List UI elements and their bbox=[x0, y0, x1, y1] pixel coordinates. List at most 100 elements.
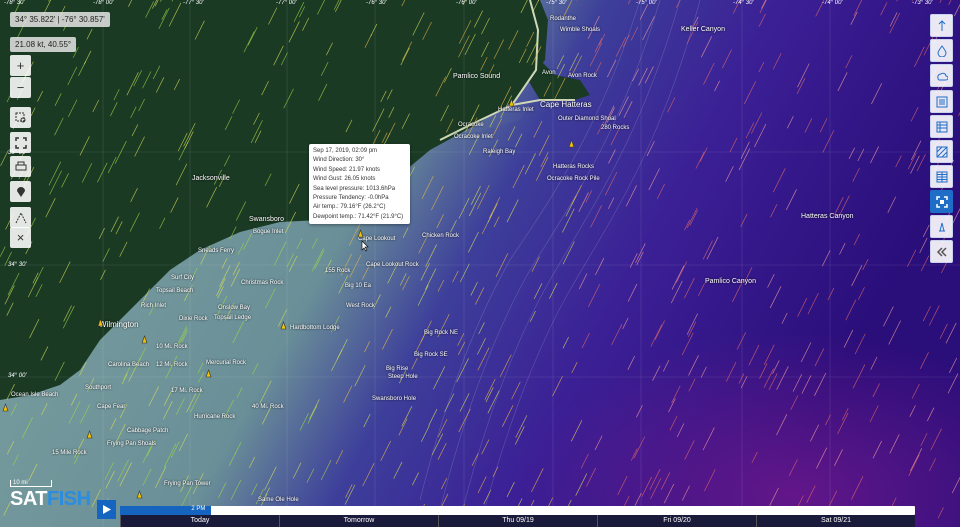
label-ocracoke-rock-pile[interactable]: Ocracoke Rock Pile bbox=[547, 176, 600, 182]
label-cape-hatteras[interactable]: Cape Hatteras bbox=[540, 100, 592, 109]
marker-button[interactable] bbox=[10, 181, 31, 202]
zoom-out-button[interactable]: − bbox=[10, 77, 31, 98]
label-avon[interactable]: Avon bbox=[542, 70, 556, 76]
print-button[interactable] bbox=[10, 156, 31, 177]
scale-bar: 10 mi bbox=[10, 480, 52, 487]
buoy-icon[interactable] bbox=[97, 318, 104, 327]
label-steep-hole[interactable]: Steep Hole bbox=[388, 374, 418, 380]
label-jacksonville[interactable]: Jacksonville bbox=[192, 175, 230, 182]
label-big-rock-ne[interactable]: Big Rock NE bbox=[424, 330, 458, 336]
water-layer-button[interactable] bbox=[930, 39, 953, 62]
zoom-box-button[interactable] bbox=[10, 107, 31, 128]
buoy-icon[interactable] bbox=[205, 369, 212, 378]
axis-tick: -75° 30' bbox=[546, 0, 567, 6]
buoy-icon[interactable] bbox=[136, 490, 143, 499]
buoy-icon[interactable] bbox=[86, 430, 93, 439]
label-wimble-shoals[interactable]: Wimble Shoals bbox=[560, 27, 600, 33]
label-southport[interactable]: Southport bbox=[85, 385, 111, 391]
timeline-day[interactable]: Tomorrow bbox=[279, 515, 438, 527]
clear-button[interactable]: × bbox=[10, 227, 31, 248]
label-big-rise[interactable]: Big Rise bbox=[386, 366, 408, 372]
label-ocean-isle[interactable]: Ocean Isle Beach bbox=[11, 392, 58, 398]
label-10-mi-rock[interactable]: 10 Mi. Rock bbox=[156, 344, 188, 350]
wind-layer-button[interactable] bbox=[930, 14, 953, 37]
timeline-day[interactable]: Thu 09/19 bbox=[438, 515, 597, 527]
label-sneads-ferry[interactable]: Sneads Ferry bbox=[198, 248, 234, 254]
fullscreen-button[interactable] bbox=[10, 132, 31, 153]
buoy-icon[interactable] bbox=[141, 335, 148, 344]
axis-tick: -77° 30' bbox=[183, 0, 204, 6]
label-40-mi-rock[interactable]: 40 Mi. Rock bbox=[252, 404, 284, 410]
timeline-day[interactable]: Sat 09/21 bbox=[756, 515, 915, 527]
axis-tick: -78° 30' bbox=[4, 0, 25, 6]
label-bogue-inlet[interactable]: Bogue Inlet bbox=[253, 229, 283, 235]
zoom-in-label: + bbox=[16, 58, 25, 73]
label-rodanthe[interactable]: Rodanthe bbox=[550, 16, 576, 22]
label-keller-canyon[interactable]: Keller Canyon bbox=[681, 26, 725, 33]
label-15-mile-rock[interactable]: 15 Mile Rock bbox=[52, 450, 87, 456]
buoy-icon[interactable] bbox=[508, 98, 515, 107]
label-chicken-rock[interactable]: Chicken Rock bbox=[422, 233, 459, 239]
forecast-timeline[interactable]: 2 PM Today Tomorrow Thu 09/19 Fri 09/20 … bbox=[120, 504, 915, 527]
label-wilmington[interactable]: Wilmington bbox=[99, 320, 139, 329]
axis-tick: -73° 30' bbox=[912, 0, 933, 6]
label-hardbottom-lodge[interactable]: Hardbottom Lodge bbox=[290, 325, 340, 331]
popup-dewpoint: Dewpoint temp.: 71.42°F (21.9°C) bbox=[313, 213, 404, 220]
timeline-day[interactable]: Fri 09/20 bbox=[597, 515, 756, 527]
label-hatteras-canyon[interactable]: Hatteras Canyon bbox=[801, 213, 854, 220]
label-christmas-rock[interactable]: Christmas Rock bbox=[241, 280, 283, 286]
label-cape-fear[interactable]: Cape Fear bbox=[97, 404, 125, 410]
label-big-10-ea[interactable]: Big 10 Ea bbox=[345, 283, 371, 289]
label-hatteras-rocks[interactable]: Hatteras Rocks bbox=[553, 164, 594, 170]
label-cabbage-patch[interactable]: Cabbage Patch bbox=[127, 428, 168, 434]
grid-layer-button[interactable] bbox=[930, 165, 953, 188]
label-onslow-bay[interactable]: Onslow Bay bbox=[218, 305, 250, 311]
label-ocracoke-inlet[interactable]: Ocracoke Inlet bbox=[454, 134, 493, 140]
label-280-rocks[interactable]: 280 Rocks bbox=[601, 125, 629, 131]
label-hatteras-inlet[interactable]: Hatteras Inlet bbox=[498, 107, 534, 113]
label-swansboro[interactable]: Swansboro bbox=[249, 216, 284, 223]
label-carolina-beach[interactable]: Carolina Beach bbox=[108, 362, 149, 368]
label-dixie-rock[interactable]: Dixie Rock bbox=[179, 316, 208, 322]
label-frying-pan-tower[interactable]: Frying Pan Tower bbox=[164, 481, 211, 487]
label-rich-inlet[interactable]: Rich Inlet bbox=[141, 303, 166, 309]
table-layer-button[interactable] bbox=[930, 115, 953, 138]
label-west-rock[interactable]: West Rock bbox=[346, 303, 375, 309]
buoy-icon[interactable] bbox=[568, 139, 575, 148]
label-avon-rock[interactable]: Avon Rock bbox=[568, 73, 597, 79]
timeline-day[interactable]: Today bbox=[120, 515, 279, 527]
label-pamlico-sound[interactable]: Pamlico Sound bbox=[453, 73, 500, 80]
grid-layer-icon bbox=[936, 171, 947, 182]
clouds-layer-button[interactable] bbox=[930, 64, 953, 87]
label-raleigh-bay[interactable]: Raleigh Bay bbox=[483, 149, 515, 155]
list-layer-button[interactable] bbox=[930, 90, 953, 113]
label-big-rock-se[interactable]: Big Rock SE bbox=[414, 352, 448, 358]
label-cape-lookout-rock[interactable]: Cape Lookout Rock bbox=[366, 262, 419, 268]
label-12-mi-rock[interactable]: 12 Mi. Rock bbox=[156, 362, 188, 368]
measure-button[interactable] bbox=[10, 207, 31, 228]
label-topsail-beach[interactable]: Topsail Beach bbox=[156, 288, 193, 294]
buoy-icon[interactable] bbox=[280, 321, 287, 330]
buoy-icon[interactable] bbox=[357, 229, 364, 238]
label-topsail-ledge[interactable]: Topsail Ledge bbox=[214, 315, 251, 321]
buoy-layer-button[interactable] bbox=[930, 215, 953, 238]
label-outer-diamond[interactable]: Outer Diamond Shoal bbox=[558, 116, 616, 122]
label-same-ole-hole[interactable]: Same Ole Hole bbox=[258, 497, 299, 503]
play-button[interactable] bbox=[97, 500, 116, 519]
collapse-panel-button[interactable] bbox=[930, 240, 953, 263]
label-ocracoke[interactable]: Ocracoke bbox=[458, 122, 484, 128]
axis-tick: -76° 30' bbox=[366, 0, 387, 6]
label-pamlico-canyon[interactable]: Pamlico Canyon bbox=[705, 278, 756, 285]
label-surf-city[interactable]: Surf City bbox=[171, 275, 194, 281]
label-hurricane-rock[interactable]: Hurricane Rock bbox=[194, 414, 235, 420]
label-swansboro-hole[interactable]: Swansboro Hole bbox=[372, 396, 416, 402]
bracket-layer-button[interactable] bbox=[930, 190, 953, 213]
label-17-mi-rock[interactable]: 17 Mi. Rock bbox=[171, 388, 203, 394]
label-frying-pan-shoals[interactable]: Frying Pan Shoals bbox=[107, 441, 156, 447]
buoy-icon[interactable] bbox=[2, 403, 9, 412]
timeline-track[interactable] bbox=[120, 506, 915, 515]
zoom-in-button[interactable]: + bbox=[10, 55, 31, 76]
label-155-rock[interactable]: 155 Rock bbox=[325, 268, 350, 274]
label-mercurial-rock[interactable]: Mercurial Rock bbox=[206, 360, 246, 366]
hatch-layer-button[interactable] bbox=[930, 140, 953, 163]
